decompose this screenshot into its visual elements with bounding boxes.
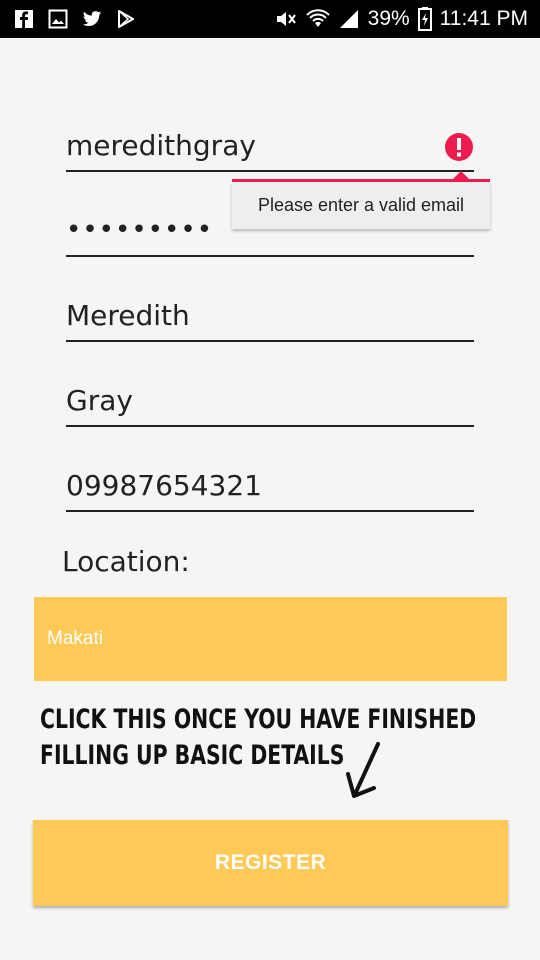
location-select[interactable]: Makati: [34, 597, 507, 681]
phone-value: 09987654321: [66, 469, 262, 502]
notification-icons: [14, 9, 136, 29]
signal-icon: [339, 10, 358, 28]
phone-field[interactable]: 09987654321: [66, 466, 474, 512]
last-name-field[interactable]: Gray: [66, 381, 474, 427]
twitter-icon: [82, 11, 102, 26]
first-name-value: Meredith: [66, 299, 190, 332]
facebook-icon: [15, 10, 33, 28]
arrow-down-icon: [346, 742, 380, 798]
mute-icon: [276, 12, 296, 26]
last-name-value: Gray: [66, 384, 133, 417]
instruction-note: CLICK THIS ONCE YOU HAVE FINISHED FILLIN…: [40, 702, 477, 774]
battery-icon: [417, 7, 432, 31]
username-value: meredithgray: [66, 129, 256, 162]
system-status: 39% 11:41 PM: [274, 0, 528, 38]
error-icon: [445, 133, 473, 161]
first-name-field[interactable]: Meredith: [66, 296, 474, 342]
play-store-icon: [118, 10, 134, 28]
password-value: •••••••••: [66, 215, 214, 245]
instruction-line-2: FILLING UP BASIC DETAILS: [40, 740, 345, 771]
password-field[interactable]: •••••••••: [66, 211, 474, 257]
username-field[interactable]: meredithgray: [66, 126, 474, 172]
register-button[interactable]: REGISTER: [33, 820, 508, 906]
location-label: Location:: [62, 545, 190, 578]
clock: 11:41 PM: [439, 7, 528, 30]
wifi-icon: [305, 9, 330, 27]
instruction-line-1: CLICK THIS ONCE YOU HAVE FINISHED: [40, 704, 477, 735]
location-value: Makati: [47, 628, 103, 649]
gallery-icon: [48, 9, 68, 29]
status-bar: 39% 11:41 PM: [0, 0, 540, 38]
battery-percentage: 39%: [367, 7, 410, 30]
